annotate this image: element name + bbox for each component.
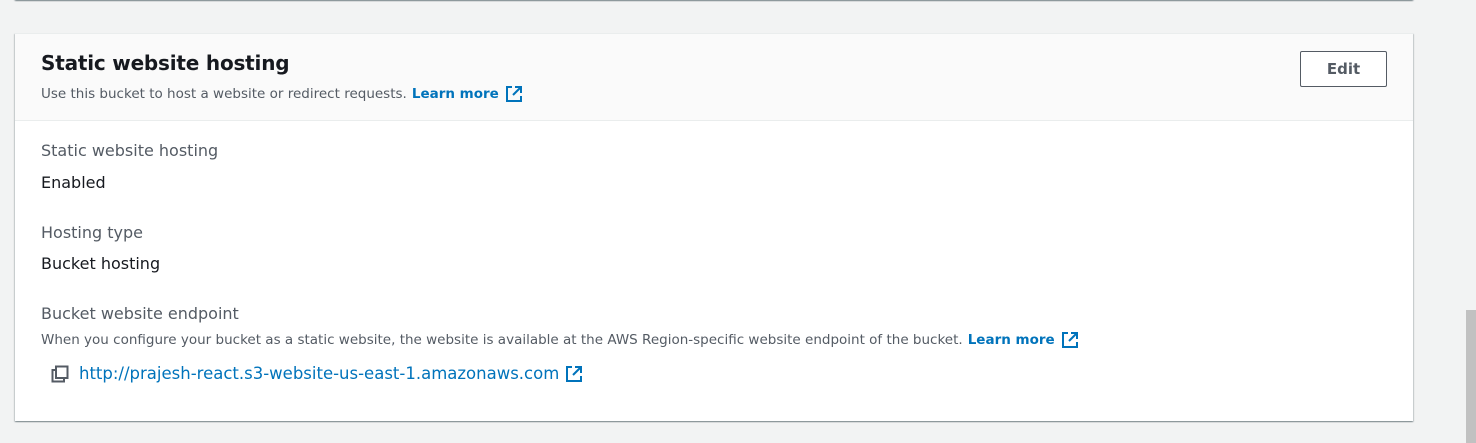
hosting-status-label: Static website hosting: [41, 141, 219, 160]
hosting-type-label: Hosting type: [41, 223, 143, 242]
panel-title: Static website hosting: [41, 51, 290, 75]
endpoint-learn-more-link[interactable]: Learn more: [968, 331, 1079, 349]
external-link-icon: [565, 365, 583, 383]
panel-header: Static website hosting Use this bucket t…: [15, 34, 1413, 121]
endpoint-label: Bucket website endpoint: [41, 304, 239, 323]
external-link-icon: [505, 85, 523, 103]
endpoint-description-text: When you configure your bucket as a stat…: [41, 332, 963, 348]
endpoint-description: When you configure your bucket as a stat…: [41, 331, 1079, 349]
scrollbar-thumb[interactable]: [1466, 310, 1476, 443]
page: Static website hosting Use this bucket t…: [0, 0, 1476, 443]
endpoint-url: http://prajesh-react.s3-website-us-east-…: [79, 364, 560, 383]
panel-description: Use this bucket to host a website or red…: [41, 85, 523, 103]
panel-description-text: Use this bucket to host a website or red…: [41, 86, 407, 102]
hosting-type-value: Bucket hosting: [41, 254, 161, 273]
endpoint-learn-more-label: Learn more: [967, 332, 1055, 348]
endpoint-row: http://prajesh-react.s3-website-us-east-…: [51, 364, 583, 383]
static-website-hosting-panel: Static website hosting Use this bucket t…: [15, 33, 1413, 421]
edit-button[interactable]: Edit: [1300, 51, 1387, 87]
hosting-status-value: Enabled: [41, 173, 106, 192]
external-link-icon: [1061, 331, 1079, 349]
endpoint-url-link[interactable]: http://prajesh-react.s3-website-us-east-…: [79, 364, 583, 383]
copy-icon[interactable]: [51, 365, 69, 383]
learn-more-label: Learn more: [411, 86, 499, 102]
learn-more-link[interactable]: Learn more: [412, 85, 523, 103]
